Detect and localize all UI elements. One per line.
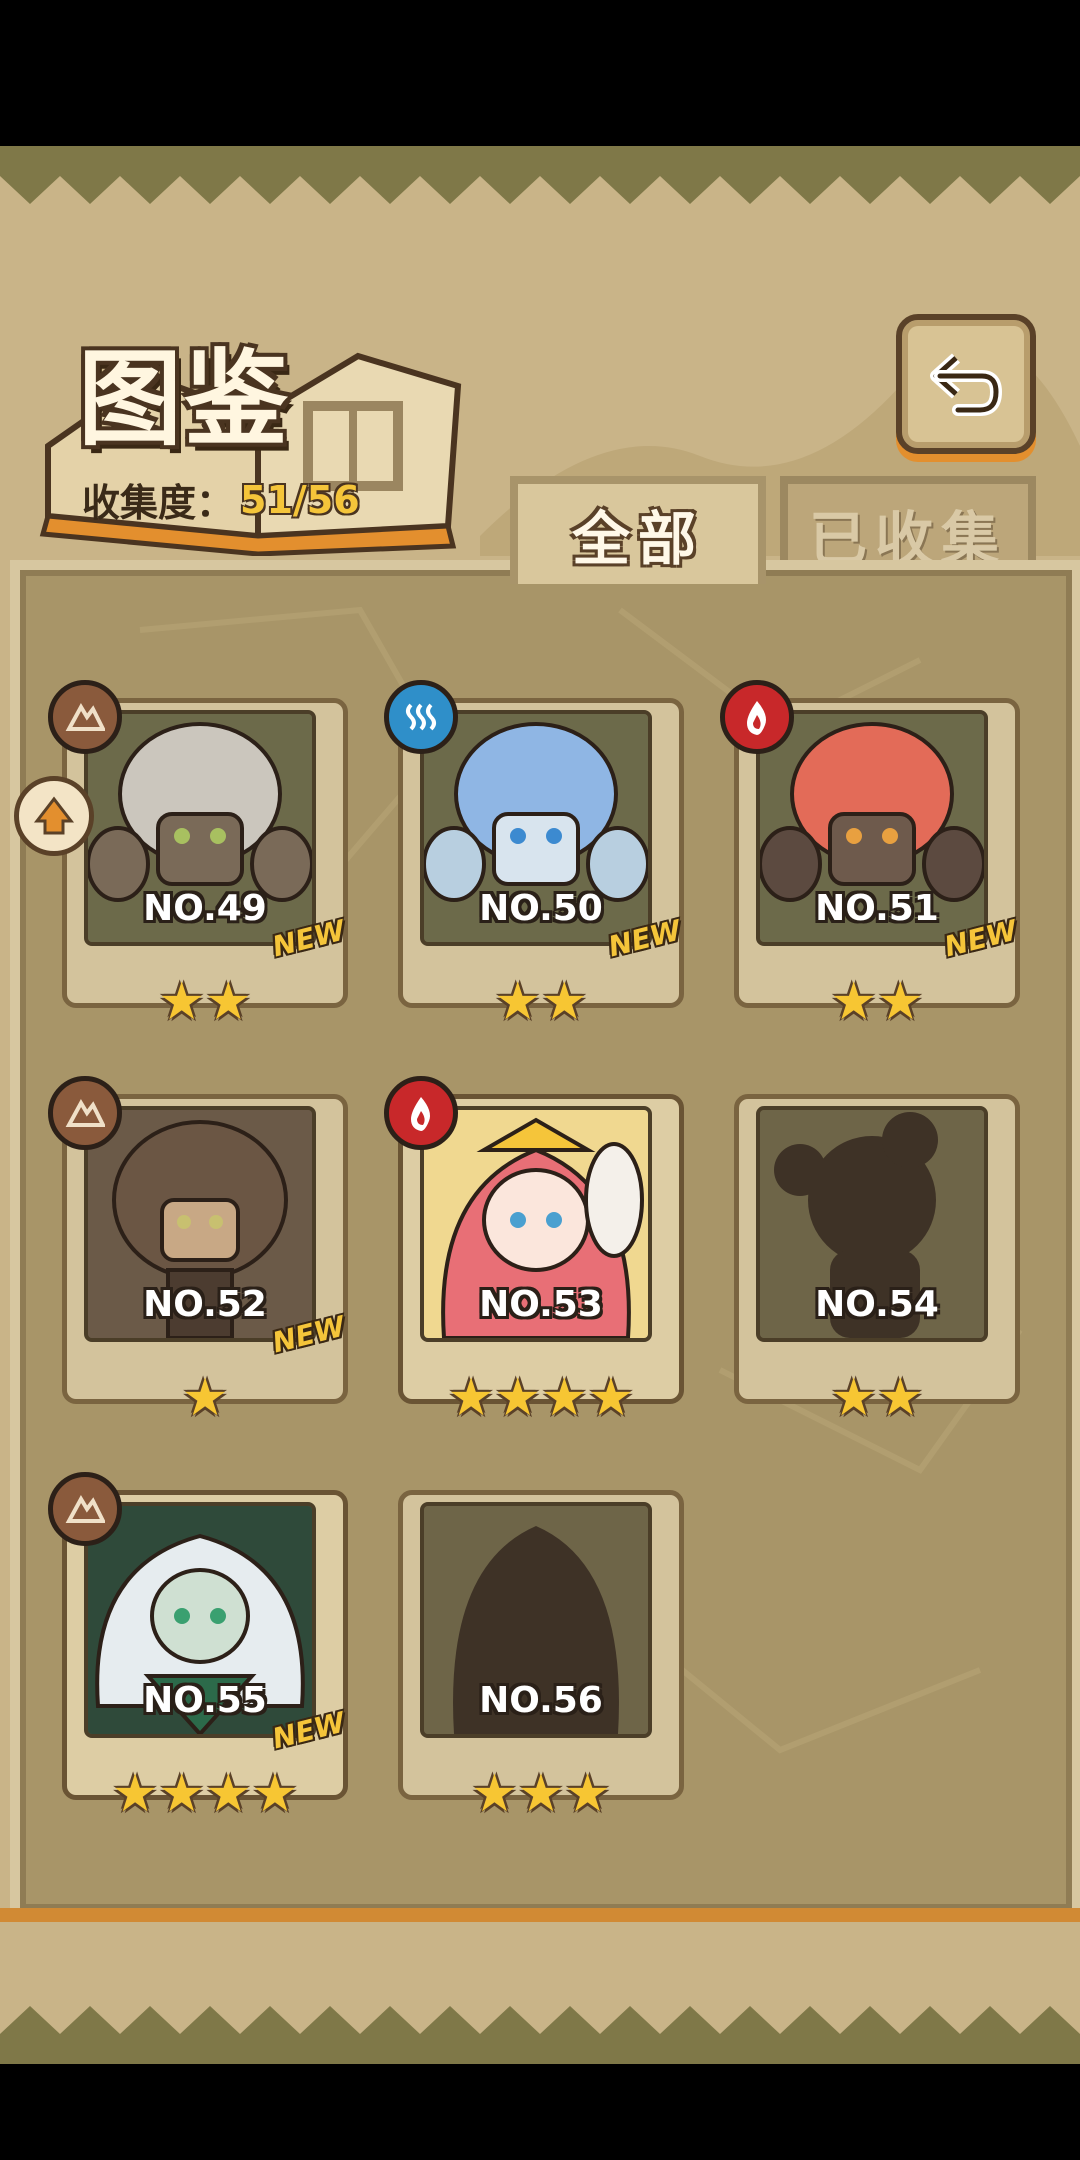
- mountain-icon: [48, 1076, 122, 1150]
- pointer-marker-icon: [14, 776, 94, 856]
- wave-icon: [384, 680, 458, 754]
- star-rating: ★★: [62, 976, 348, 1028]
- card-no53[interactable]: NO.53 ★★★★: [384, 1076, 684, 1424]
- card-no56[interactable]: NO.56 ★★★: [398, 1478, 684, 1820]
- tab-all[interactable]: 全部: [510, 476, 766, 584]
- card-number: NO.54: [815, 1284, 939, 1325]
- star-rating: ★★: [734, 976, 1020, 1028]
- collection-label: 收集度：: [82, 481, 235, 525]
- star-rating: ★★★★: [398, 1372, 684, 1424]
- return-arrow-icon: [930, 353, 1003, 416]
- star-icons: ★★: [830, 1368, 924, 1428]
- card-number: NO.56: [479, 1680, 603, 1721]
- star-icons: ★★: [158, 972, 252, 1032]
- mountain-icon: [48, 680, 122, 754]
- star-icons: ★: [181, 1368, 229, 1428]
- card-no52[interactable]: NO.52 NEW ★: [48, 1076, 348, 1424]
- card-no51[interactable]: NO.51 NEW ★★: [720, 680, 1020, 1028]
- star-icons: ★★: [830, 972, 924, 1032]
- star-rating: ★★★: [398, 1768, 684, 1820]
- star-icons: ★★★★: [447, 1368, 635, 1428]
- bottom-zigzag-border: [0, 2006, 1080, 2064]
- star-icons: ★★★: [471, 1764, 611, 1824]
- collection-progress: 收集度： 51/56: [82, 472, 360, 527]
- flame-icon: [720, 680, 794, 754]
- card-no49[interactable]: NO.49 NEW ★★: [48, 680, 348, 1028]
- page-title: 图鉴: [78, 338, 291, 460]
- top-zigzag-border: [0, 146, 1080, 204]
- panel-bottom-edge: [0, 1908, 1080, 1922]
- star-icons: ★★: [494, 972, 588, 1032]
- star-icons: ★★★★: [111, 1764, 299, 1824]
- star-rating: ★: [62, 1372, 348, 1424]
- card-no50[interactable]: NO.50 NEW ★★: [384, 680, 684, 1028]
- star-rating: ★★: [398, 976, 684, 1028]
- card-no55[interactable]: NO.55 NEW ★★★★: [48, 1472, 348, 1820]
- card-number: NO.53: [479, 1284, 603, 1325]
- mountain-icon: [48, 1472, 122, 1546]
- card-no54[interactable]: NO.54 ★★: [734, 1082, 1020, 1424]
- encyclopedia-screen: 图鉴 收集度： 51/56 全部 已收集 NO.49 NEW ★★ NO.50 …: [0, 146, 1080, 2064]
- star-rating: ★★: [734, 1372, 1020, 1424]
- back-button[interactable]: [896, 314, 1036, 454]
- star-rating: ★★★★: [62, 1768, 348, 1820]
- flame-icon: [384, 1076, 458, 1150]
- collection-value: 51/56: [240, 477, 360, 522]
